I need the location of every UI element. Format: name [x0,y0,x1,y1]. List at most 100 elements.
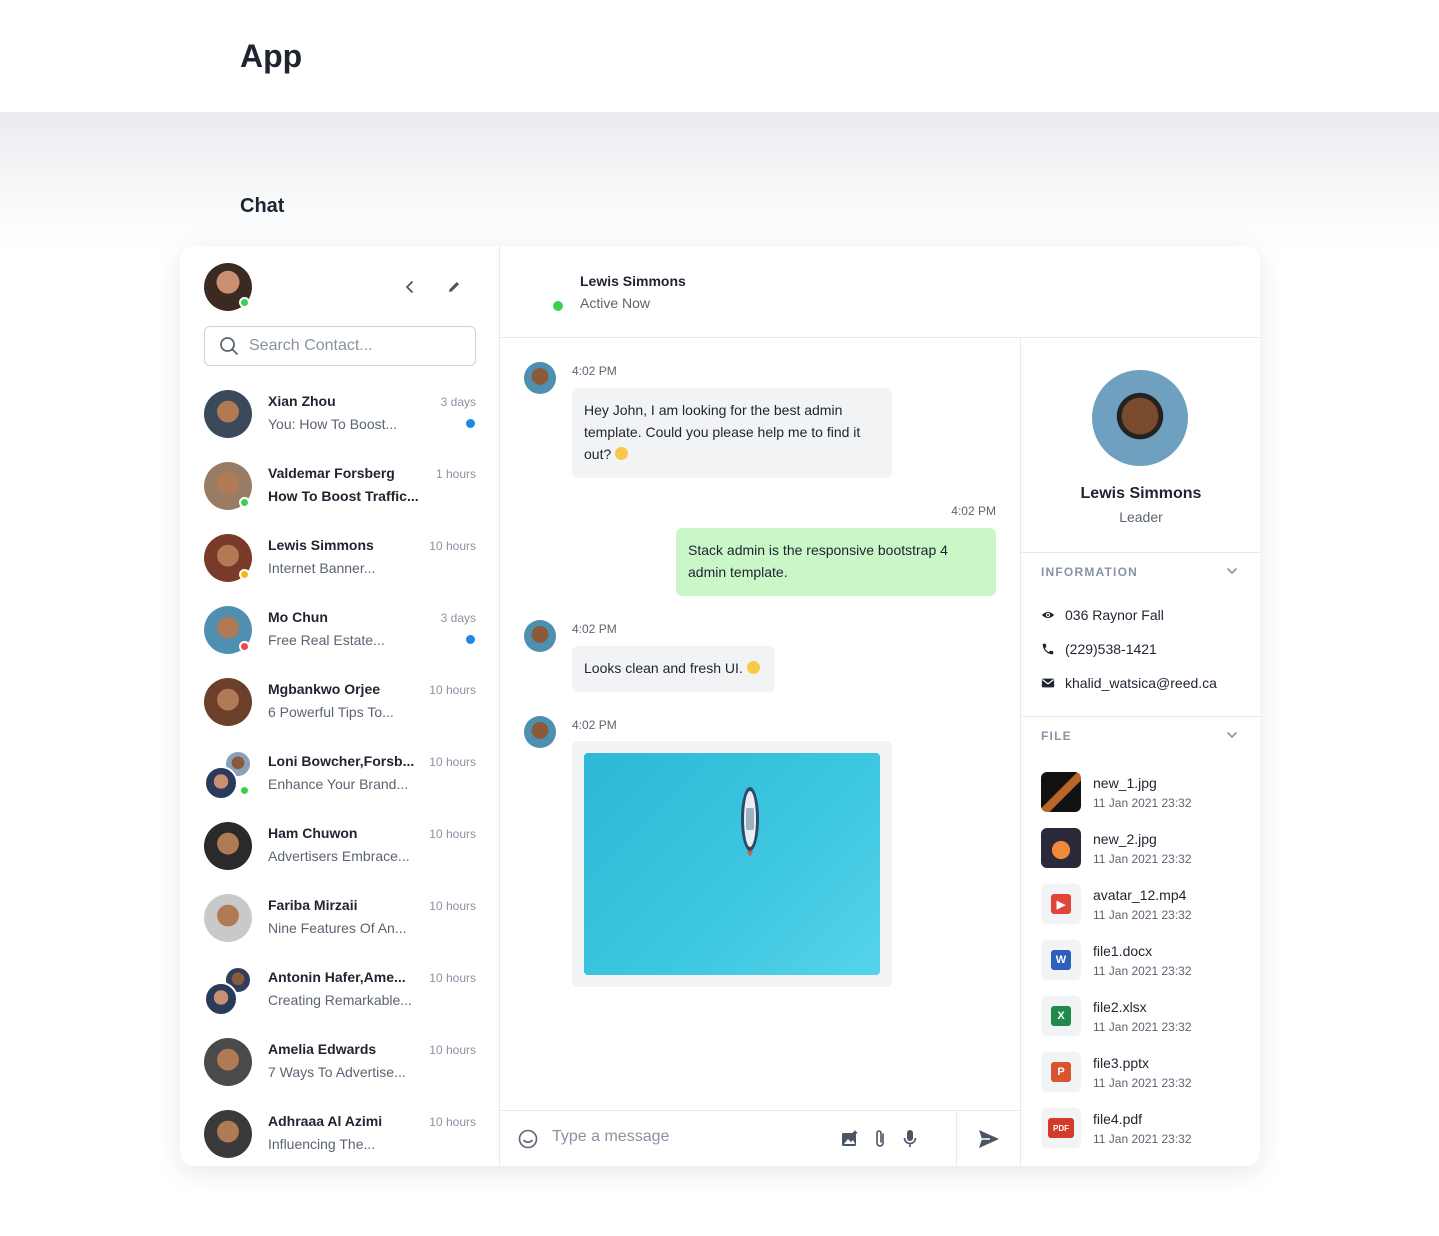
contact-item[interactable]: Fariba Mirzaii Nine Features Of An... 10 h… [180,894,500,966]
active-indicator [553,301,563,311]
contact-name: Adhraaa Al Azimi [268,1113,383,1129]
last-message-time: 1 hours [435,467,476,481]
file-item[interactable]: Wfile1.docx 11 Jan 2021 23:32 [1041,940,1241,980]
message-time: 4:02 PM [951,504,996,518]
online-indicator [239,297,250,308]
status-indicator [239,497,250,508]
phone-icon [1042,643,1054,655]
file-type-glyph: X [1051,1006,1071,1026]
unread-indicator [466,419,475,428]
status-indicator [239,785,250,796]
message-preview: Enhance Your Brand... [268,776,409,792]
file-item[interactable]: PDF file4.pdf 11 Jan 2021 23:32 [1041,1108,1241,1148]
boat-illustration [741,787,759,857]
contact-avatar [204,390,252,438]
search-input[interactable] [249,337,459,355]
image-add-icon [842,1130,858,1146]
last-message-time: 10 hours [429,683,476,697]
powerpoint-file-icon: P [1041,1052,1081,1092]
eye-icon [1041,611,1055,619]
file-name: new_2.jpg [1093,831,1157,847]
message-preview: Advertisers Embrace... [268,848,410,864]
contact-avatar [204,822,252,870]
chevron-left-icon [406,281,413,293]
last-message-time: 3 days [440,611,476,625]
file-item[interactable]: new_2.jpg 11 Jan 2021 23:32 [1041,828,1241,868]
video-file-icon: ▶ [1041,884,1081,924]
search-icon [220,337,238,355]
file-type-glyph: P [1051,1062,1071,1082]
chevron-down-icon[interactable] [1224,563,1240,579]
new-chat-button[interactable] [440,273,468,301]
contact-item[interactable]: Mgbankwo Orjee 6 Powerful Tips To... 10 ho… [180,678,500,750]
file-name: file3.pptx [1093,1055,1150,1071]
message-preview: Free Real Estate... [268,632,385,648]
voice-message-button[interactable] [896,1125,924,1153]
unread-indicator [466,635,475,644]
contacts-sidebar: Xian Zhou You: How To Boost... 3 days Valde… [180,246,500,1166]
file-name: file1.docx [1093,943,1153,959]
image-message[interactable] [572,741,892,987]
file-name: file4.pdf [1093,1111,1143,1127]
chevron-down-icon[interactable] [1224,727,1240,743]
emoji-button[interactable] [514,1125,542,1153]
attach-file-button[interactable] [866,1125,894,1153]
file-type-glyph: PDF [1048,1118,1074,1138]
collapse-sidebar-button[interactable] [396,273,424,301]
boat-photo [584,753,880,975]
contact-item[interactable]: Valdemar Forsberg How To Boost Traffic...… [180,462,500,534]
divider [1021,552,1260,553]
contact-item[interactable]: Mo Chun Free Real Estate... 3 days [180,606,500,678]
file-item[interactable]: ▶ avatar_12.mp4 11 Jan 2021 23:32 [1041,884,1241,924]
pencil-icon [449,282,459,292]
message-time: 4:02 PM [572,718,617,732]
contact-profile-panel: Lewis Simmons Leader INFORMATION 036 Ray… [1020,338,1260,1166]
search-box [204,326,476,366]
sender-avatar [524,620,556,652]
file-date: 11 Jan 2021 23:32 [1093,908,1192,922]
message-input[interactable] [552,1128,832,1146]
contact-name: Mo Chun [268,609,328,625]
message-thread: 4:02 PM Hey John, I am looking for the b… [500,338,1020,1110]
send-button[interactable] [956,1111,1020,1166]
message-bubble: Looks clean and fresh UI. [572,646,775,692]
contact-name: Amelia Edwards [268,1041,377,1057]
chat-contact-status: Active Now [580,295,651,311]
file-item[interactable]: Xfile2.xlsx 11 Jan 2021 23:32 [1041,996,1241,1036]
contact-item[interactable]: Adhraaa Al Azimi Influencing The... 10 hou… [180,1110,500,1166]
header-band [0,112,1439,252]
file-type-glyph: W [1051,950,1071,970]
microphone-icon [903,1130,917,1147]
pdf-file-icon: PDF [1041,1108,1081,1148]
chat-card: Xian Zhou You: How To Boost... 3 days Valde… [180,246,1260,1166]
contact-item[interactable]: Antonin Hafer,Ame... Creating Remarkable.… [180,966,500,1038]
message-preview: Nine Features Of An... [268,920,407,936]
smile-emoji-icon [746,661,760,674]
contact-item[interactable]: Loni Bowcher,Forsb... Enhance Your Brand.… [180,750,500,822]
attach-image-button[interactable] [836,1125,864,1153]
contact-item[interactable]: Lewis Simmons Internet Banner... 10 hours [180,534,500,606]
message-composer [500,1110,1020,1166]
file-item[interactable]: Pfile3.pptx 11 Jan 2021 23:32 [1041,1052,1241,1092]
app-title: App [240,38,303,74]
profile-avatar [1092,370,1188,466]
file-date: 11 Jan 2021 23:32 [1093,852,1192,866]
my-avatar[interactable] [204,263,252,311]
my-message-bubble: Stack admin is the responsive bootstrap … [676,528,996,596]
contact-name: Ham Chuwon [268,825,358,841]
contact-item[interactable]: Amelia Edwards 7 Ways To Advertise... 10 h… [180,1038,500,1110]
email-row: khalid_watsica@reed.ca [1041,675,1217,691]
mail-icon [1041,678,1055,688]
contact-name: Mgbankwo Orjee [268,681,381,697]
message-preview: Internet Banner... [268,560,376,576]
sender-avatar [524,362,556,394]
status-indicator [239,641,250,652]
divider [1021,716,1260,717]
contact-item[interactable]: Ham Chuwon Advertisers Embrace... 10 hours [180,822,500,894]
last-message-time: 3 days [440,395,476,409]
file-date: 11 Jan 2021 23:32 [1093,964,1192,978]
emoji-smile-icon [518,1129,538,1149]
file-item[interactable]: new_1.jpg 11 Jan 2021 23:32 [1041,772,1241,812]
contact-item[interactable]: Xian Zhou You: How To Boost... 3 days [180,390,500,462]
profile-name: Lewis Simmons [1080,485,1202,502]
